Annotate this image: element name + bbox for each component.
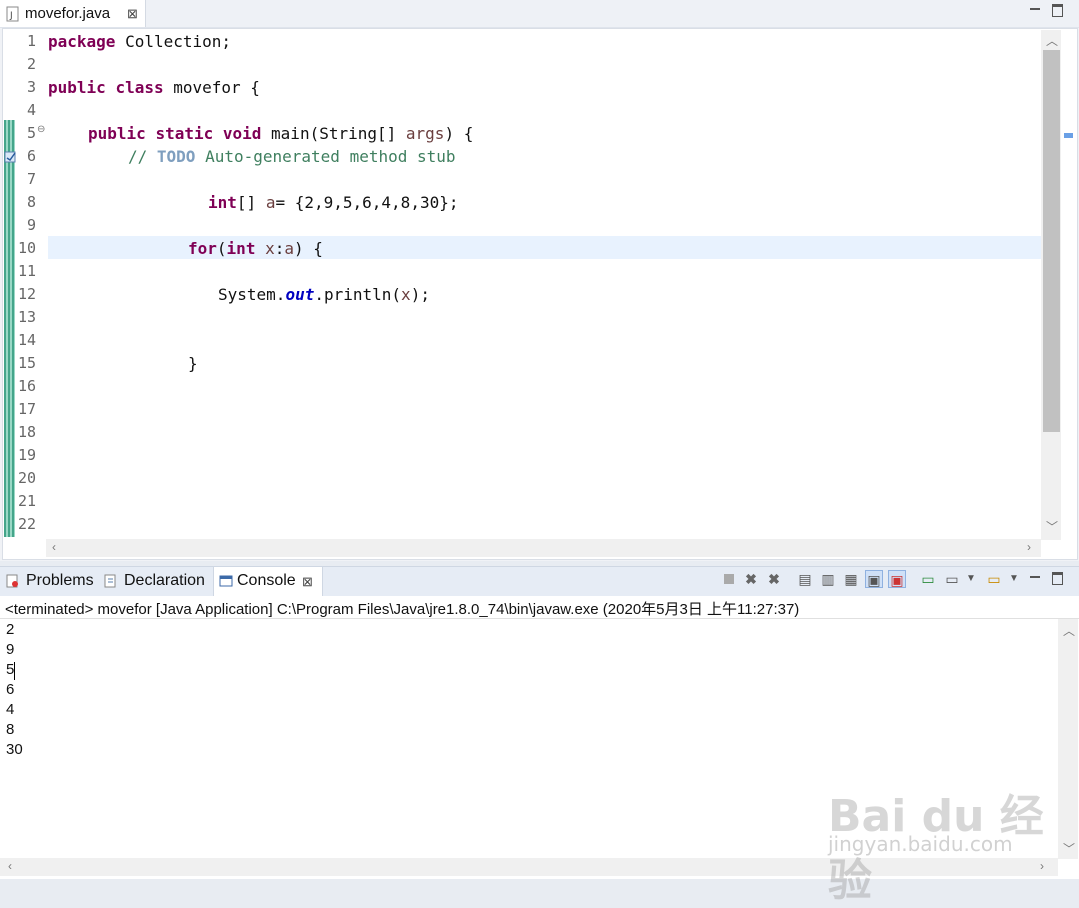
declaration-icon xyxy=(104,574,116,588)
editor-tabbar xyxy=(0,0,1079,28)
line-number: 2 xyxy=(26,55,36,73)
line-number: 18 xyxy=(17,423,36,441)
svg-text:J: J xyxy=(9,11,13,21)
editor-scroll-thumb[interactable] xyxy=(1043,50,1060,432)
close-tab-icon[interactable]: ⊠ xyxy=(127,6,138,22)
pin-console-icon[interactable]: ▭ xyxy=(919,570,937,588)
editor-tab-label: movefor.java xyxy=(25,5,111,22)
line-number: 5 xyxy=(26,124,36,142)
scroll-lock-icon[interactable]: ▥ xyxy=(819,570,837,588)
close-console-icon[interactable]: ⊠ xyxy=(302,574,313,590)
line-number: 15 xyxy=(17,354,36,372)
line-number: 21 xyxy=(17,492,36,510)
editor-horizontal-scrollbar[interactable] xyxy=(46,539,1041,557)
line-number: 19 xyxy=(17,446,36,464)
display-selected-console-icon[interactable]: ▭ xyxy=(943,570,961,588)
baidu-watermark-url: jingyan.baidu.com xyxy=(828,832,1013,856)
change-ruler xyxy=(4,120,15,537)
code-line-8: int[] a= {2,9,5,6,4,8,30}; xyxy=(208,193,459,212)
overview-ruler-marker[interactable] xyxy=(1064,133,1073,138)
code-line-6: // TODO Auto-generated method stub xyxy=(128,147,456,166)
scroll-down-icon[interactable]: ﹀ xyxy=(1046,518,1058,535)
line-number: 22 xyxy=(17,515,36,533)
line-number: 8 xyxy=(26,193,36,211)
clear-console-icon[interactable]: ▤ xyxy=(796,570,814,588)
line-number: 20 xyxy=(17,469,36,487)
remove-all-terminated-icon[interactable]: ✖ xyxy=(765,570,783,588)
code-line-10: for(int x:a) { xyxy=(188,239,323,258)
scroll-up-icon[interactable]: ︿ xyxy=(1063,622,1075,639)
line-number: 6 xyxy=(26,147,36,165)
tab-problems[interactable]: Problems xyxy=(26,572,94,590)
java-file-icon: J xyxy=(6,6,19,22)
line-number: 9 xyxy=(26,216,36,234)
maximize-panel-icon[interactable] xyxy=(1052,572,1063,585)
line-number: 3 xyxy=(26,78,36,96)
chevron-down-icon[interactable]: ▼ xyxy=(1005,570,1023,588)
code-line-5: public static void main(String[] args) { xyxy=(88,124,474,143)
line-number: 7 xyxy=(26,170,36,188)
console-output-line: 4 xyxy=(6,701,15,718)
console-icon xyxy=(219,575,233,587)
code-line-15: } xyxy=(188,354,198,373)
tab-declaration[interactable]: Declaration xyxy=(124,572,205,590)
console-launch-status: <terminated> movefor [Java Application] … xyxy=(5,601,800,618)
chevron-down-icon[interactable]: ▼ xyxy=(962,570,980,588)
maximize-icon[interactable] xyxy=(1052,4,1063,17)
terminate-icon[interactable] xyxy=(720,570,738,588)
code-line-12: System.out.println(x); xyxy=(218,285,430,304)
line-number: 12 xyxy=(17,285,36,303)
scroll-up-icon[interactable]: ︿ xyxy=(1046,32,1058,49)
editor-tab-movefor[interactable]: J movefor.java ⊠ xyxy=(0,0,146,27)
line-number: 17 xyxy=(17,400,36,418)
minimize-icon[interactable] xyxy=(1030,8,1040,10)
line-number: 4 xyxy=(26,101,36,119)
line-number: 10 xyxy=(17,239,36,257)
scroll-left-icon[interactable]: ‹ xyxy=(52,540,56,554)
scroll-right-icon[interactable]: › xyxy=(1027,540,1031,554)
show-stderr-icon[interactable]: ▣ xyxy=(888,570,906,588)
line-number: 14 xyxy=(17,331,36,349)
console-output-line: 30 xyxy=(6,741,23,758)
word-wrap-icon[interactable]: ▦ xyxy=(842,570,860,588)
code-line-3: public class movefor { xyxy=(48,78,260,97)
console-output-line: 2 xyxy=(6,621,15,638)
line-number: 11 xyxy=(17,262,36,280)
code-line-1: package Collection; xyxy=(48,32,232,51)
show-stdout-icon[interactable]: ▣ xyxy=(865,570,883,588)
tab-console-label: Console xyxy=(237,572,296,589)
fold-collapse-icon[interactable]: ⊖ xyxy=(37,124,45,135)
text-caret xyxy=(14,662,15,680)
problems-icon xyxy=(6,574,18,588)
line-number: 1 xyxy=(26,32,36,50)
minimize-panel-icon[interactable] xyxy=(1030,576,1040,578)
console-output-line: 6 xyxy=(6,681,15,698)
line-number: 13 xyxy=(17,308,36,326)
scroll-left-icon[interactable]: ‹ xyxy=(8,859,12,873)
line-number: 16 xyxy=(17,377,36,395)
remove-launch-icon[interactable]: ✖ xyxy=(742,570,760,588)
console-output-line: 8 xyxy=(6,721,15,738)
open-console-icon[interactable]: ▭ xyxy=(985,570,1003,588)
code-editor[interactable] xyxy=(2,28,1078,560)
console-output-line: 9 xyxy=(6,641,15,658)
